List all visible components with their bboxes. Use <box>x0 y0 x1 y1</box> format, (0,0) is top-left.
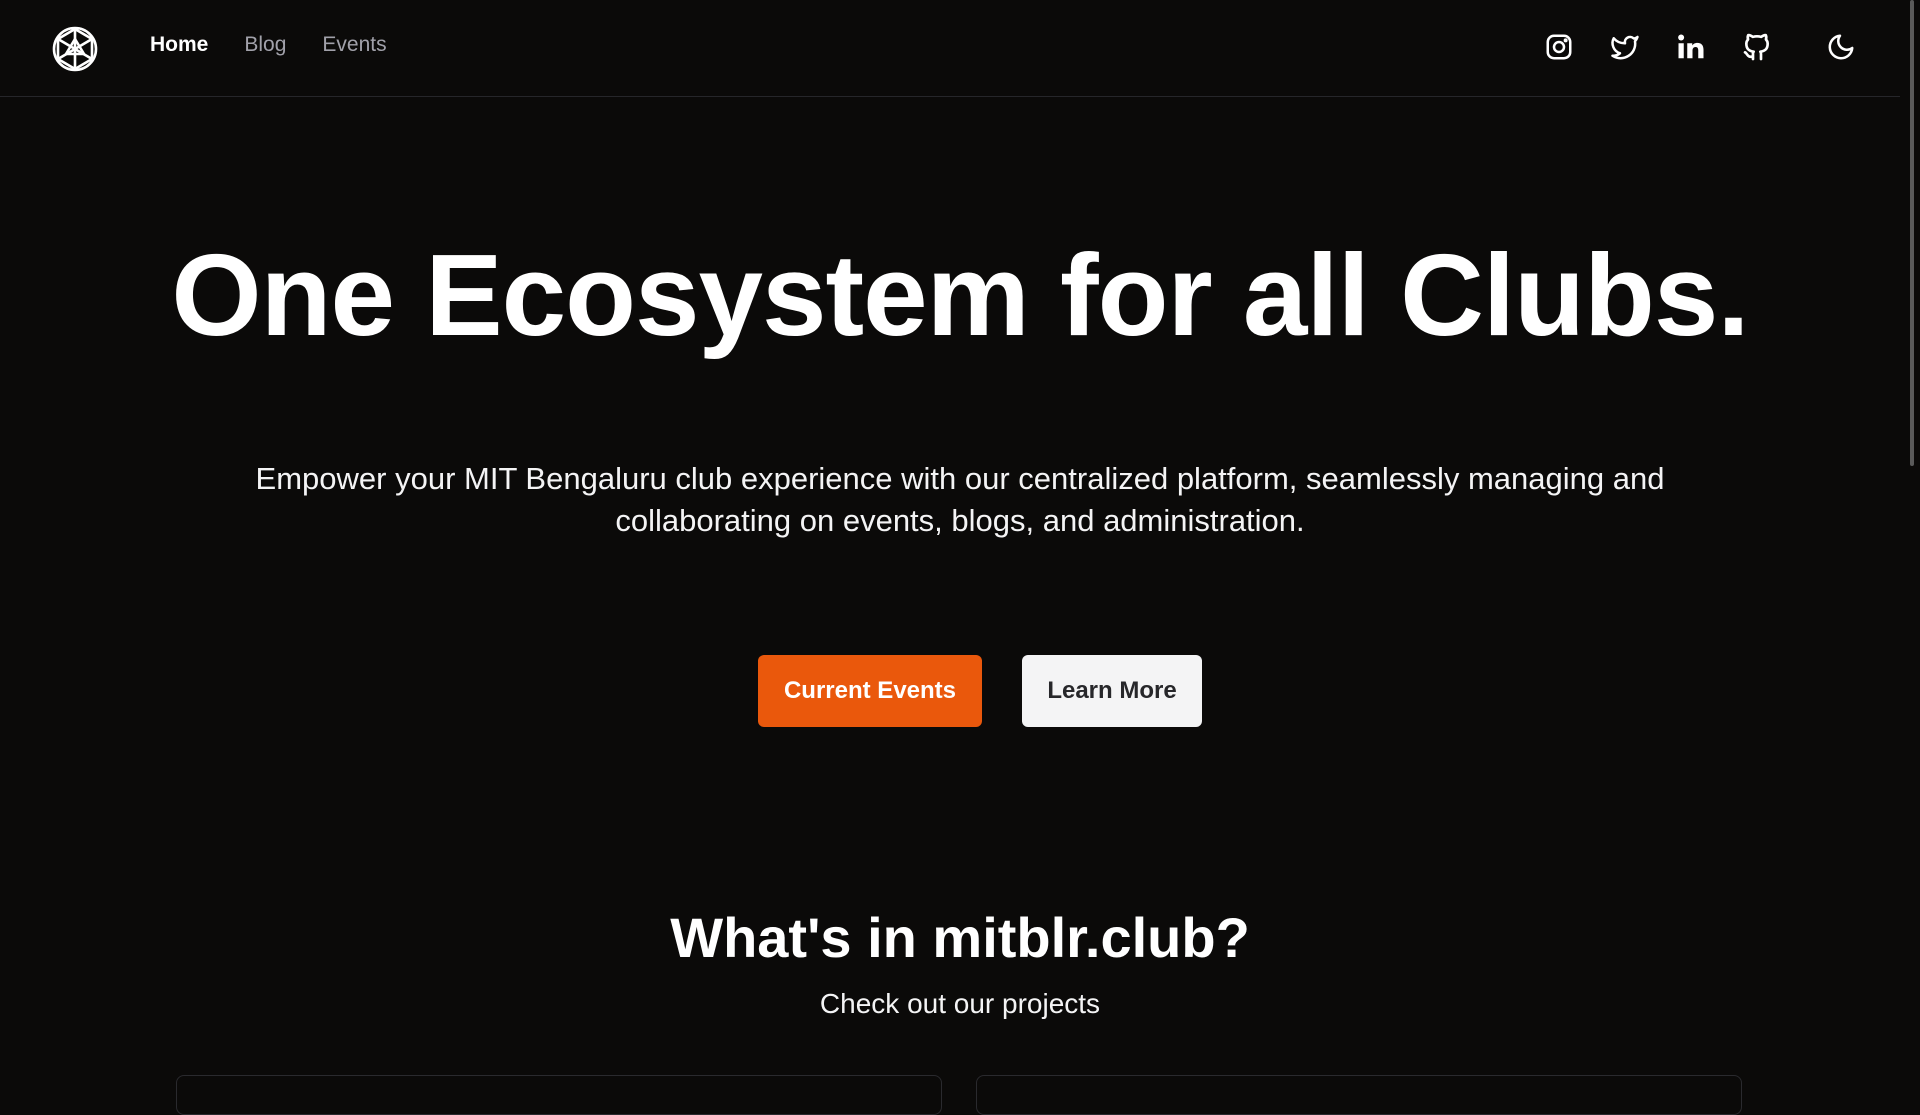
learn-more-button[interactable]: Learn More <box>1022 655 1202 727</box>
project-card[interactable] <box>176 1075 942 1115</box>
current-events-button[interactable]: Current Events <box>758 655 982 727</box>
nav-links: Home Blog Events <box>150 33 387 57</box>
linkedin-icon[interactable] <box>1674 30 1708 64</box>
nav-link-events[interactable]: Events <box>322 33 386 57</box>
moon-icon[interactable] <box>1824 30 1858 64</box>
hero-description: Empower your MIT Bengaluru club experien… <box>255 461 1665 538</box>
projects-section-title: What's in mitblr.club? <box>670 906 1250 969</box>
github-icon[interactable] <box>1740 30 1774 64</box>
twitter-icon[interactable] <box>1608 30 1642 64</box>
page-scrollbar[interactable] <box>1900 0 1920 1080</box>
hero-title: One Ecosystem for all Clubs. <box>171 230 1749 360</box>
nav-link-blog[interactable]: Blog <box>244 33 286 57</box>
project-card[interactable] <box>976 1075 1742 1115</box>
site-logo-icon[interactable] <box>51 25 99 73</box>
instagram-icon[interactable] <box>1542 30 1576 64</box>
top-navbar: Home Blog Events <box>0 0 1900 97</box>
nav-link-home[interactable]: Home <box>150 33 208 57</box>
projects-section-subtitle: Check out our projects <box>819 988 1101 1019</box>
scrollbar-thumb[interactable] <box>1910 0 1914 466</box>
